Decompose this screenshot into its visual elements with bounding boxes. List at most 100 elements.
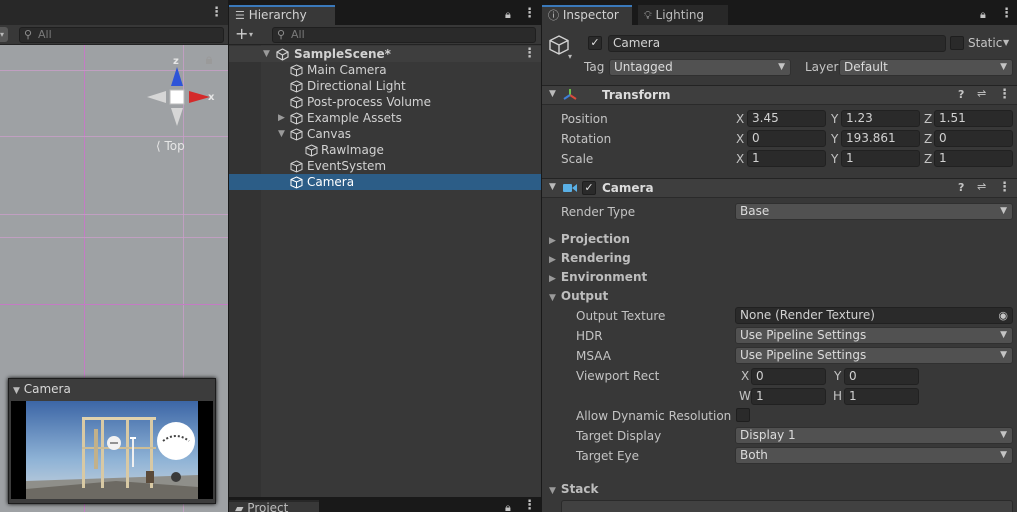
- grid-line: [0, 214, 228, 215]
- view-mode-label[interactable]: ⟨ Top: [156, 139, 185, 153]
- camera-component-header[interactable]: ▼ ✓ Camera ? ⇌ ⋮: [542, 178, 1017, 198]
- help-icon[interactable]: ?: [958, 181, 964, 194]
- preset-sliders-icon[interactable]: ⇌: [977, 180, 986, 193]
- hierarchy-search-input[interactable]: ⚲ All: [272, 27, 536, 43]
- tab-lighting[interactable]: 💡︎ Lighting: [638, 5, 728, 25]
- gameobject-cube-icon: [305, 144, 318, 157]
- tag-dropdown[interactable]: Untagged ▼: [609, 59, 791, 76]
- gizmo-z-label: z: [173, 56, 179, 67]
- hierarchy-item-directional-light[interactable]: Directional Light: [229, 78, 541, 94]
- hierarchy-menu-icon[interactable]: ⋮: [523, 7, 536, 20]
- icon-dropdown-caret-icon[interactable]: ▾: [568, 52, 572, 61]
- object-name-field[interactable]: Camera: [608, 35, 946, 52]
- collapsed-triangle-icon[interactable]: ▶: [278, 110, 285, 126]
- scale-x-field[interactable]: 1: [747, 150, 826, 167]
- stack-foldout[interactable]: ▼ Stack: [549, 482, 599, 496]
- collapsed-triangle-icon: ▶: [549, 274, 556, 284]
- chevron-down-icon: ▼: [1000, 330, 1007, 340]
- scene-dropdown-caret-icon[interactable]: ▾: [0, 27, 8, 42]
- layer-dropdown[interactable]: Default ▼: [839, 59, 1013, 76]
- expand-triangle-icon[interactable]: ▼: [263, 46, 270, 62]
- tag-label: Tag: [584, 60, 605, 74]
- collapsed-triangle-icon: ▶: [549, 236, 556, 246]
- preset-sliders-icon[interactable]: ⇌: [977, 87, 986, 100]
- lock-icon[interactable]: 🔒︎: [980, 8, 986, 22]
- scene-search-input[interactable]: ⚲ All: [19, 27, 224, 43]
- hierarchy-panel: ☰ Hierarchy 🔒︎ ⋮ + ▾ ⚲ All ▼ SampleScene…: [229, 0, 541, 512]
- add-object-button[interactable]: +: [235, 25, 248, 43]
- output-foldout[interactable]: ▼ Output: [549, 289, 608, 303]
- gameobject-cube-icon: [290, 176, 303, 189]
- collapsed-triangle-icon: ▶: [549, 255, 556, 265]
- add-caret-icon[interactable]: ▾: [249, 27, 253, 43]
- hierarchy-item-example-assets[interactable]: ▶ Example Assets: [229, 110, 541, 126]
- component-menu-icon[interactable]: ⋮: [998, 88, 1011, 101]
- camera-preview-window[interactable]: ▼ Camera: [8, 378, 216, 504]
- rotation-z-field[interactable]: 0: [934, 130, 1013, 147]
- render-type-dropdown[interactable]: Base ▼: [735, 203, 1013, 220]
- collapse-triangle-icon[interactable]: ▼: [13, 386, 20, 396]
- hierarchy-item-camera[interactable]: Camera: [229, 174, 541, 190]
- position-y-field[interactable]: 1.23: [841, 110, 920, 127]
- inspector-menu-icon[interactable]: ⋮: [1000, 7, 1013, 20]
- viewport-h-field[interactable]: 1: [844, 388, 919, 405]
- active-checkbox[interactable]: ✓: [588, 36, 602, 50]
- tab-inspector[interactable]: ⓘ Inspector: [542, 5, 632, 25]
- scene-menu-icon[interactable]: ⋮: [210, 6, 223, 19]
- collapse-triangle-icon[interactable]: ▼: [549, 89, 556, 99]
- hierarchy-item-eventsystem[interactable]: EventSystem: [229, 158, 541, 174]
- object-picker-icon[interactable]: ◉: [998, 308, 1008, 323]
- viewport-x-field[interactable]: 0: [751, 368, 826, 385]
- rendering-foldout[interactable]: ▶ Rendering: [549, 251, 631, 265]
- hierarchy-item-post-process-volume[interactable]: Post-process Volume: [229, 94, 541, 110]
- viewport-w-field[interactable]: 1: [751, 388, 826, 405]
- hierarchy-item-canvas[interactable]: ▼ Canvas: [229, 126, 541, 142]
- transform-component-header[interactable]: ▼ Transform ? ⇌ ⋮: [542, 85, 1017, 105]
- environment-foldout[interactable]: ▶ Environment: [549, 270, 647, 284]
- tab-hierarchy[interactable]: ☰ Hierarchy: [229, 5, 335, 25]
- hierarchy-item-rawimage[interactable]: RawImage: [229, 142, 541, 158]
- allow-dynamic-resolution-checkbox[interactable]: [736, 408, 750, 422]
- chevron-down-icon: ▼: [778, 62, 785, 72]
- static-label: Static: [968, 36, 1003, 50]
- target-eye-dropdown[interactable]: Both ▼: [735, 447, 1013, 464]
- project-menu-icon[interactable]: ⋮: [523, 499, 536, 512]
- search-icon: ⚲: [24, 28, 33, 41]
- camera-icon: [563, 184, 577, 192]
- expand-triangle-icon[interactable]: ▼: [278, 126, 285, 142]
- render-type-label: Render Type: [561, 205, 636, 219]
- output-texture-field[interactable]: None (Render Texture) ◉: [735, 307, 1013, 324]
- component-menu-icon[interactable]: ⋮: [998, 181, 1011, 194]
- target-display-label: Target Display: [576, 429, 662, 443]
- target-display-dropdown[interactable]: Display 1 ▼: [735, 427, 1013, 444]
- msaa-dropdown[interactable]: Use Pipeline Settings ▼: [735, 347, 1013, 364]
- position-x-field[interactable]: 3.45: [747, 110, 826, 127]
- chevron-down-icon: ▼: [1000, 430, 1007, 440]
- collapse-triangle-icon[interactable]: ▼: [549, 182, 556, 192]
- scale-z-field[interactable]: 1: [934, 150, 1013, 167]
- gameobject-cube-icon: [290, 128, 303, 141]
- position-z-field[interactable]: 1.51: [934, 110, 1013, 127]
- hdr-dropdown[interactable]: Use Pipeline Settings ▼: [735, 327, 1013, 344]
- chevron-down-icon: ▼: [1000, 350, 1007, 360]
- camera-enabled-checkbox[interactable]: ✓: [582, 181, 596, 195]
- rotation-x-field[interactable]: 0: [747, 130, 826, 147]
- layer-label: Layer: [805, 60, 839, 74]
- tab-project[interactable]: ▰ Project: [229, 500, 319, 512]
- hierarchy-item-samplescene[interactable]: ▼ SampleScene* ⋮: [229, 46, 541, 62]
- viewport-y-field[interactable]: 0: [844, 368, 919, 385]
- hierarchy-item-main-camera[interactable]: Main Camera: [229, 62, 541, 78]
- scene-row-menu-icon[interactable]: ⋮: [523, 47, 536, 60]
- static-caret-icon[interactable]: ▼: [1003, 38, 1009, 47]
- lock-icon[interactable]: 🔒︎: [505, 501, 511, 512]
- help-icon[interactable]: ?: [958, 88, 964, 101]
- lock-icon[interactable]: 🔒︎: [505, 8, 511, 22]
- scale-y-field[interactable]: 1: [841, 150, 920, 167]
- chevron-down-icon: ▼: [1000, 206, 1007, 216]
- static-checkbox[interactable]: [950, 36, 964, 50]
- rotation-y-field[interactable]: 193.861: [841, 130, 920, 147]
- gameobject-cube-icon: [290, 160, 303, 173]
- scene-view[interactable]: ⋮ ▾ ⚲ All z x ⟨ Top ▼ Camera: [0, 0, 228, 512]
- projection-foldout[interactable]: ▶ Projection: [549, 232, 630, 246]
- camera-stack-list[interactable]: [561, 500, 1013, 512]
